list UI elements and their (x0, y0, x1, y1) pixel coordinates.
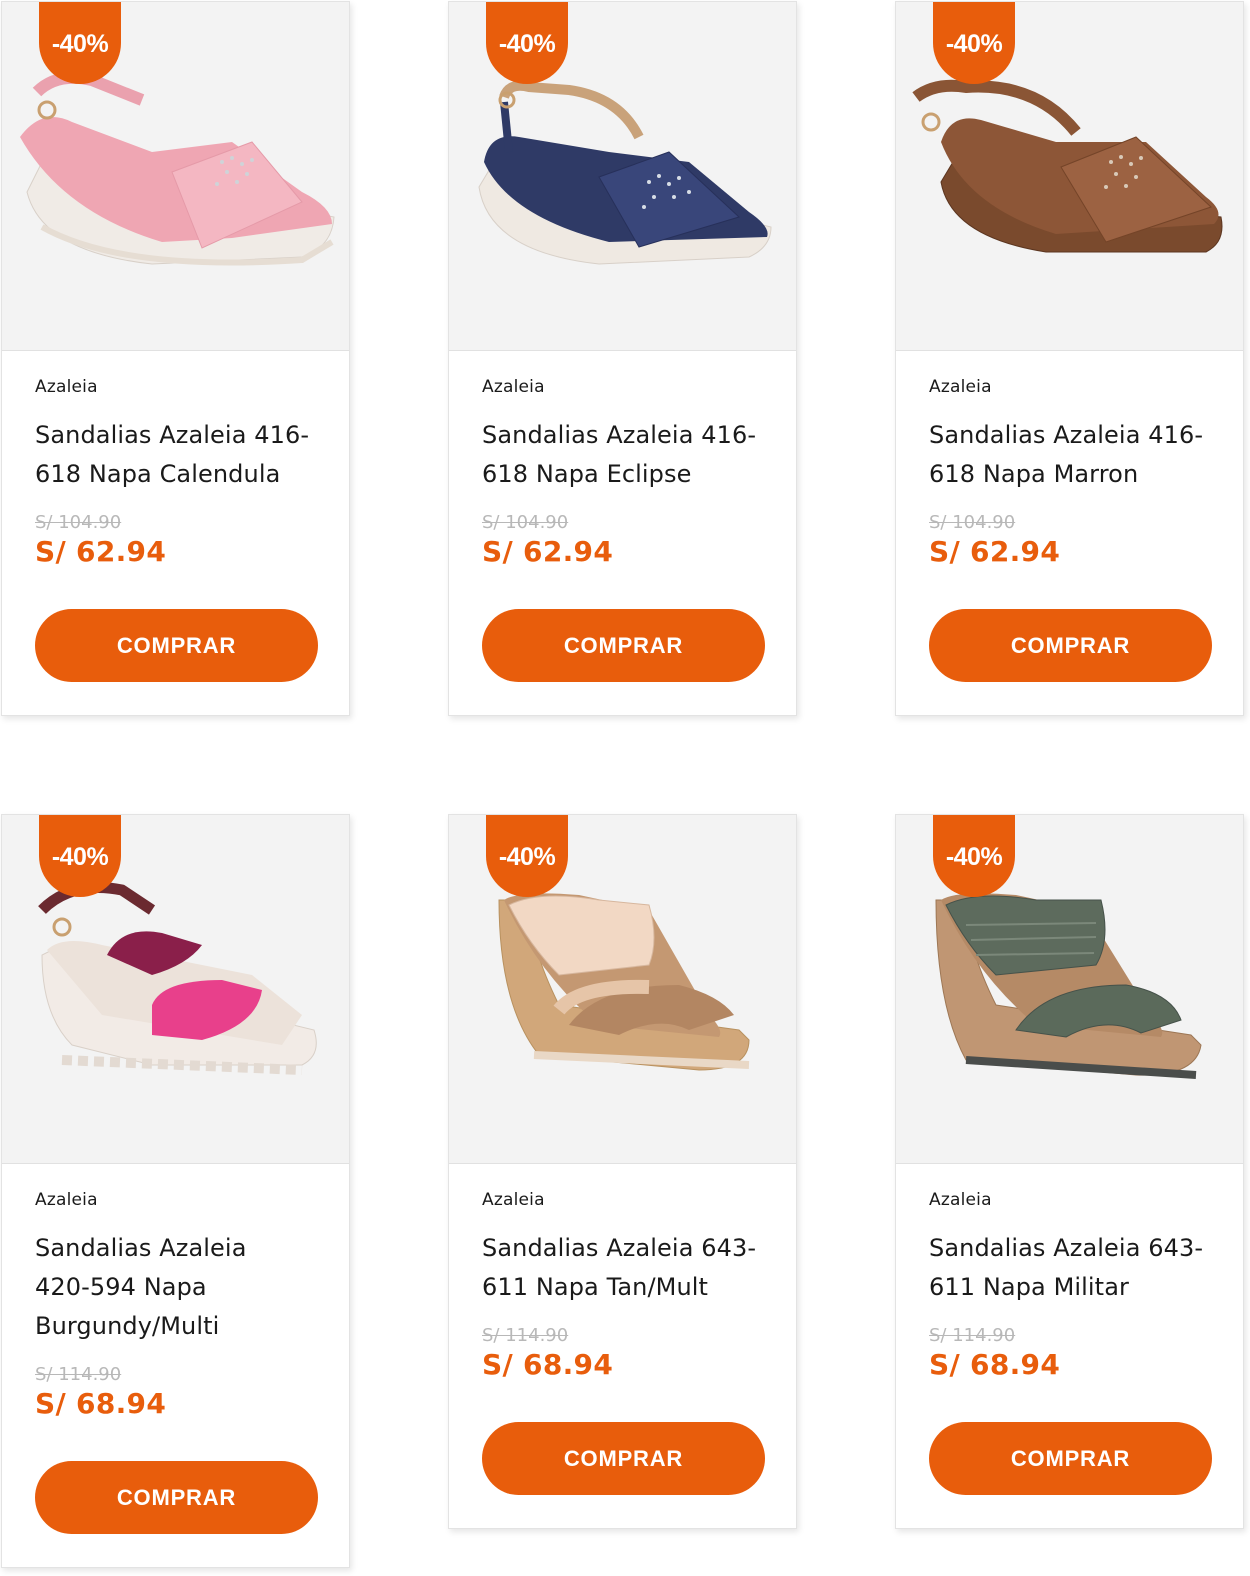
buy-button[interactable]: COMPRAR (929, 1422, 1212, 1495)
product-brand: Azaleia (929, 377, 992, 397)
discount-badge: -40% (39, 815, 121, 897)
product-title[interactable]: Sandalias Azaleia 643- 611 Napa Tan/Mult (482, 1229, 763, 1307)
buy-button[interactable]: COMPRAR (482, 1422, 765, 1495)
buy-button[interactable]: COMPRAR (35, 1461, 318, 1534)
sale-price: S/ 62.94 (482, 535, 614, 568)
product-image-area[interactable]: -40% (449, 2, 796, 351)
product-image-area[interactable]: -40% (896, 2, 1243, 351)
discount-badge: -40% (933, 2, 1015, 84)
buy-button[interactable]: COMPRAR (35, 609, 318, 682)
product-title-line[interactable]: 618 Napa Calendula (35, 455, 316, 494)
sale-price: S/ 68.94 (482, 1348, 614, 1381)
original-price: S/ 114.90 (929, 1325, 1016, 1346)
sale-price: S/ 68.94 (929, 1348, 1061, 1381)
product-brand: Azaleia (482, 1190, 545, 1210)
product-card[interactable]: -40% Azaleia Sandalias Azaleia 416- 618 … (448, 1, 797, 716)
product-title[interactable]: Sandalias Azaleia 416- 618 Napa Calendul… (35, 416, 316, 494)
original-price: S/ 104.90 (482, 512, 569, 533)
discount-badge: -40% (933, 815, 1015, 897)
product-image-area[interactable]: -40% (2, 815, 349, 1164)
buy-button[interactable]: COMPRAR (929, 609, 1212, 682)
product-card[interactable]: -40% Azaleia Sandalias Azaleia 416- 618 … (895, 1, 1244, 716)
product-title-line[interactable]: Burgundy/Multi (35, 1307, 316, 1346)
product-title-line[interactable]: 420-594 Napa (35, 1268, 316, 1307)
product-title-line[interactable]: Sandalias Azaleia 643- (929, 1229, 1210, 1268)
product-card[interactable]: -40% Azaleia Sandalias Azaleia 416- 618 … (1, 1, 350, 716)
product-title-line[interactable]: Sandalias Azaleia 416- (35, 416, 316, 455)
product-title[interactable]: Sandalias Azaleia 416- 618 Napa Marron (929, 416, 1210, 494)
product-title-line[interactable]: 611 Napa Tan/Mult (482, 1268, 763, 1307)
product-title-line[interactable]: 618 Napa Marron (929, 455, 1210, 494)
original-price: S/ 114.90 (35, 1364, 122, 1385)
discount-badge: -40% (486, 2, 568, 84)
product-image-area[interactable]: -40% (2, 2, 349, 351)
sale-price: S/ 62.94 (35, 535, 167, 568)
product-title[interactable]: Sandalias Azaleia 420-594 Napa Burgundy/… (35, 1229, 316, 1346)
original-price: S/ 104.90 (35, 512, 122, 533)
product-title-line[interactable]: 618 Napa Eclipse (482, 455, 763, 494)
product-title-line[interactable]: Sandalias Azaleia (35, 1229, 316, 1268)
sale-price: S/ 62.94 (929, 535, 1061, 568)
product-card[interactable]: -40% Azaleia Sandalias Azaleia 643- 611 … (448, 814, 797, 1529)
buy-button[interactable]: COMPRAR (482, 609, 765, 682)
product-title-line[interactable]: Sandalias Azaleia 643- (482, 1229, 763, 1268)
product-title[interactable]: Sandalias Azaleia 416- 618 Napa Eclipse (482, 416, 763, 494)
original-price: S/ 114.90 (482, 1325, 569, 1346)
product-title-line[interactable]: Sandalias Azaleia 416- (482, 416, 763, 455)
product-card[interactable]: -40% Azaleia Sandalias Azaleia 420-594 N… (1, 814, 350, 1568)
product-title-line[interactable]: 611 Napa Militar (929, 1268, 1210, 1307)
product-brand: Azaleia (35, 1190, 98, 1210)
product-brand: Azaleia (929, 1190, 992, 1210)
original-price: S/ 104.90 (929, 512, 1016, 533)
product-brand: Azaleia (35, 377, 98, 397)
product-image-area[interactable]: -40% (896, 815, 1243, 1164)
product-title-line[interactable]: Sandalias Azaleia 416- (929, 416, 1210, 455)
product-image-area[interactable]: -40% (449, 815, 796, 1164)
product-card[interactable]: -40% Azaleia Sandalias Azaleia 643- 611 … (895, 814, 1244, 1529)
discount-badge: -40% (39, 2, 121, 84)
product-title[interactable]: Sandalias Azaleia 643- 611 Napa Militar (929, 1229, 1210, 1307)
discount-badge: -40% (486, 815, 568, 897)
sale-price: S/ 68.94 (35, 1387, 167, 1420)
product-brand: Azaleia (482, 377, 545, 397)
